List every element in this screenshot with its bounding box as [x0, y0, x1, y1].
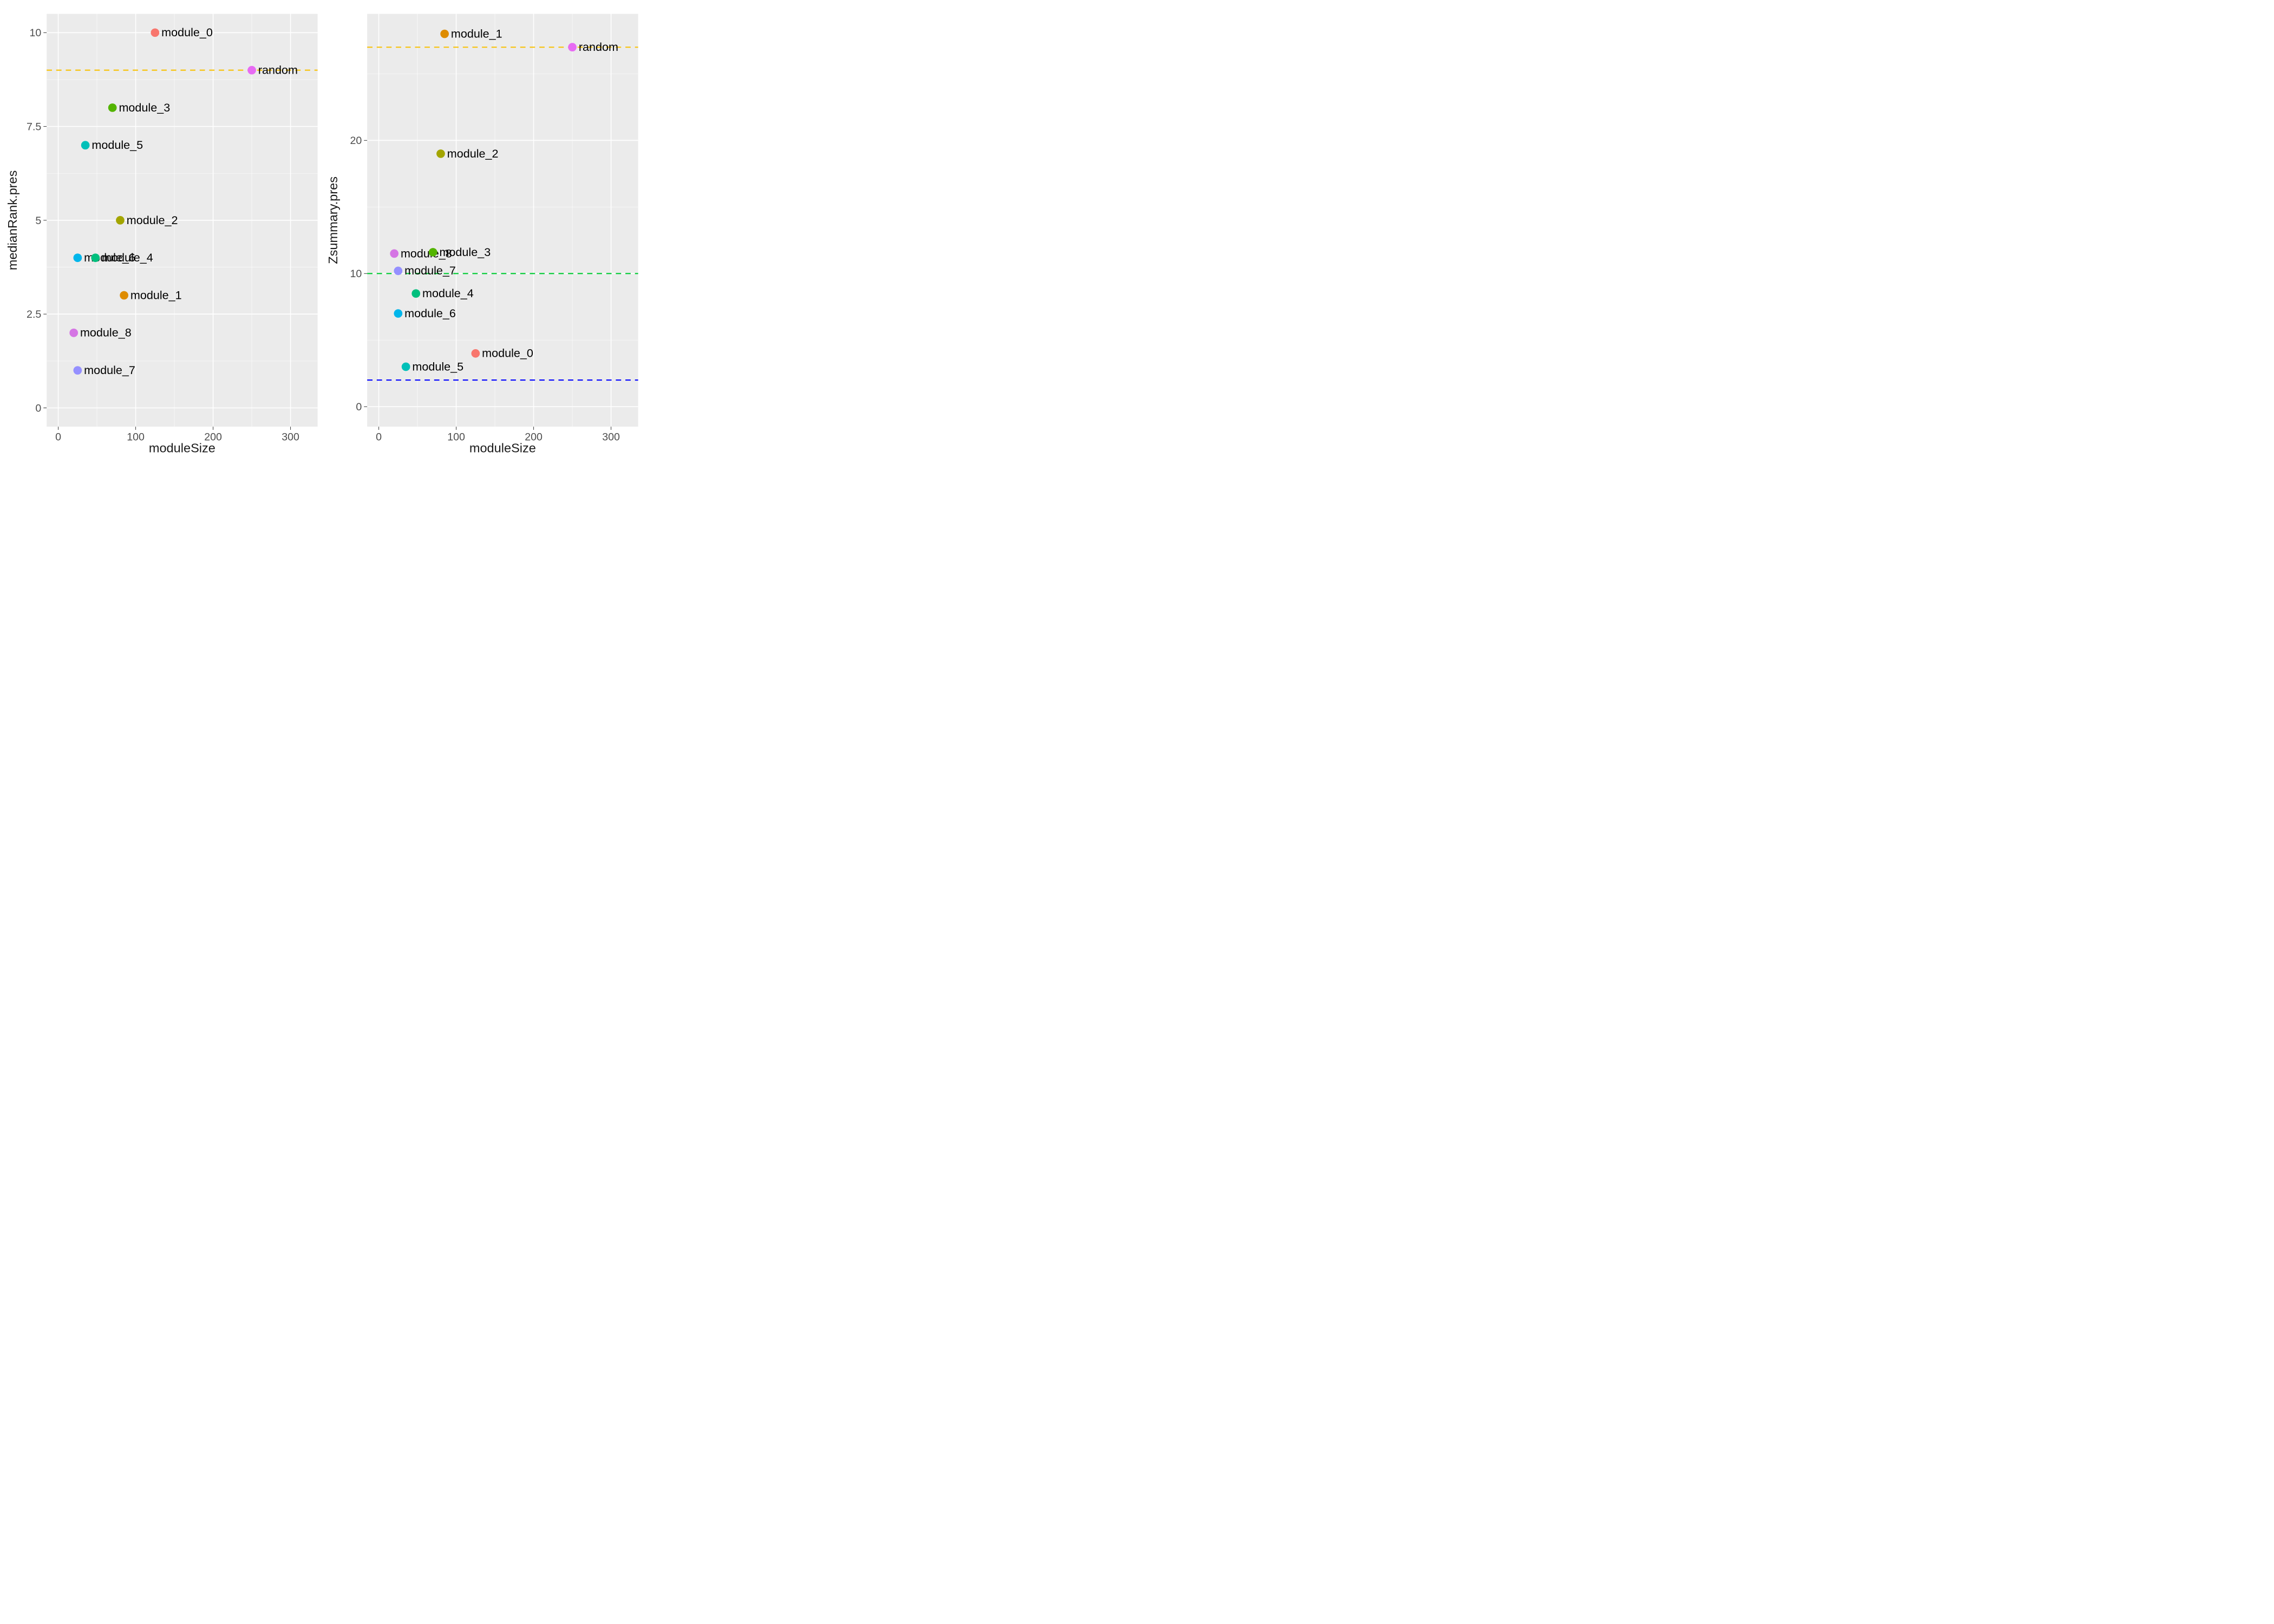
data-point-label: module_6 — [404, 306, 456, 320]
x-tick-label: 300 — [282, 431, 299, 443]
data-point-label: module_5 — [92, 138, 143, 152]
data-point-label: module_1 — [130, 288, 182, 302]
data-point-label: module_3 — [439, 245, 491, 259]
data-point — [116, 216, 125, 225]
x-tick-label: 0 — [376, 431, 382, 443]
data-point-label: module_2 — [447, 147, 499, 160]
data-point-label: module_7 — [84, 363, 135, 377]
data-point — [568, 43, 577, 51]
x-tick-label: 100 — [447, 431, 465, 443]
x-tick-label: 0 — [55, 431, 61, 443]
y-tick-label: 5 — [35, 215, 41, 227]
y-tick-label: 0 — [356, 401, 362, 413]
data-point — [440, 30, 449, 38]
x-tick-label: 300 — [602, 431, 620, 443]
data-point-label: module_2 — [127, 213, 178, 227]
data-point — [120, 291, 128, 300]
data-point — [151, 28, 159, 37]
data-point-label: module_8 — [80, 326, 132, 339]
data-point — [247, 66, 256, 75]
data-point — [394, 267, 402, 276]
data-point — [394, 309, 402, 318]
data-point — [390, 250, 398, 258]
data-point-label: module_0 — [482, 346, 533, 360]
y-tick-label: 2.5 — [27, 309, 41, 320]
data-point — [73, 366, 82, 375]
data-point-label: module_0 — [161, 25, 213, 39]
data-point — [91, 253, 100, 262]
data-point-label: random — [579, 40, 618, 54]
data-point-label: module_4 — [102, 251, 153, 264]
data-point — [73, 253, 82, 262]
data-point-label: module_5 — [412, 359, 463, 373]
data-point-label: module_1 — [451, 27, 502, 40]
data-point-label: module_3 — [119, 101, 170, 114]
y-tick-label: 0 — [35, 402, 41, 414]
x-axis-title: moduleSize — [469, 441, 536, 455]
data-point-label: random — [258, 63, 298, 77]
data-point — [471, 349, 480, 358]
y-tick-label: 20 — [350, 135, 362, 147]
data-point — [402, 363, 410, 371]
data-point — [81, 141, 90, 149]
y-tick-label: 10 — [30, 27, 42, 39]
y-tick-label: 7.5 — [27, 121, 41, 133]
data-point — [69, 329, 78, 337]
y-axis-title: medianRank.pres — [5, 171, 19, 271]
x-axis-title: moduleSize — [149, 441, 215, 455]
data-point-label: module_4 — [422, 286, 474, 300]
data-point-label: module_7 — [404, 264, 456, 277]
panel-medianrank: 010020030002.557.510module_0randommodule… — [4, 4, 325, 460]
panel-zsummary: 010020030001020module_1randommodule_2mod… — [325, 4, 645, 460]
x-tick-label: 100 — [127, 431, 145, 443]
y-tick-label: 10 — [350, 268, 362, 280]
y-axis-title: Zsummary.pres — [326, 176, 340, 264]
data-point — [429, 248, 437, 257]
data-point — [411, 289, 420, 298]
chart-grid: 010020030002.557.510module_0randommodule… — [0, 0, 650, 464]
data-point — [108, 103, 117, 112]
data-point — [436, 149, 445, 158]
